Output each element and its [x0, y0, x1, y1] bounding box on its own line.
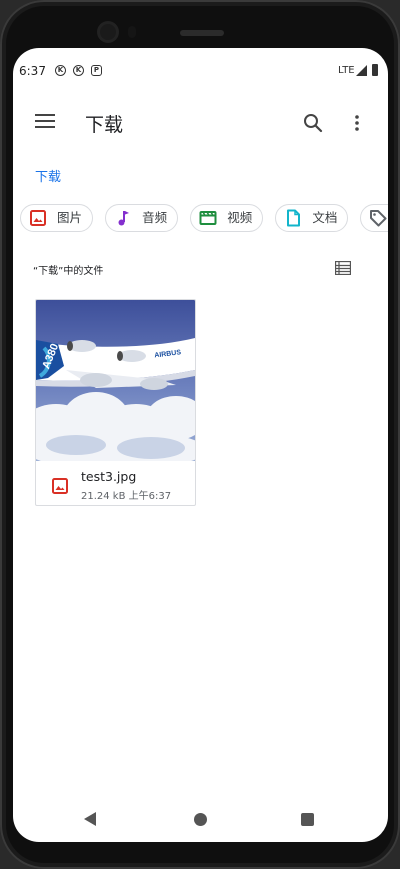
chip-label: 图片 [57, 210, 83, 225]
signal-icon [356, 65, 367, 76]
chip-images[interactable]: 图片 [20, 204, 94, 232]
notification-k-icon: K [73, 65, 84, 76]
movie-icon [199, 209, 217, 227]
app-bar: 下载 [13, 100, 388, 146]
battery-icon [372, 64, 378, 76]
home-icon[interactable] [194, 813, 207, 826]
chip-large-files[interactable]: 大 [360, 204, 388, 232]
file-name: test3.jpg [81, 469, 137, 484]
image-icon [29, 209, 47, 227]
tag-icon [369, 209, 387, 227]
back-icon[interactable] [84, 812, 96, 826]
status-time: 6:37 [19, 64, 46, 78]
file-thumbnail: A380 AIRBUS [36, 300, 195, 461]
chip-documents[interactable]: 文档 [275, 204, 349, 232]
recents-icon[interactable] [301, 813, 314, 826]
front-camera [100, 24, 116, 40]
more-vert-icon[interactable] [346, 112, 368, 134]
earpiece-speaker [180, 30, 224, 36]
screen: 6:37 K K P LTE 下载 下载 图片 音频 视频 文档 “下载”中的文… [13, 48, 388, 842]
menu-icon[interactable] [35, 114, 55, 130]
file-card[interactable]: A380 AIRBUS test3.jpg 21.24 kB 上午6:37 [35, 299, 196, 506]
sensor [128, 26, 136, 38]
notification-app-icon: P [91, 65, 102, 76]
chip-label: 视频 [227, 210, 253, 225]
chip-label: 文档 [312, 210, 338, 225]
search-icon[interactable] [302, 112, 324, 134]
list-view-icon[interactable] [334, 260, 352, 276]
chip-label: 音频 [142, 210, 168, 225]
chip-videos[interactable]: 视频 [190, 204, 264, 232]
notification-k-icon: K [55, 65, 66, 76]
file-meta: 21.24 kB 上午6:37 [81, 487, 171, 502]
phone-frame: 6:37 K K P LTE 下载 下载 图片 音频 视频 文档 “下载”中的文… [0, 0, 400, 869]
file-size: 21.24 kB [81, 491, 126, 502]
image-icon [51, 477, 69, 495]
page-title: 下载 [85, 114, 124, 136]
music-note-icon [114, 209, 132, 227]
file-time: 上午6:37 [128, 491, 172, 502]
network-type: LTE [338, 65, 355, 76]
document-icon [284, 209, 302, 227]
system-nav-bar [13, 800, 388, 840]
breadcrumb[interactable]: 下载 [35, 166, 61, 185]
category-chips: 图片 音频 视频 文档 大 [20, 204, 388, 236]
chip-audio[interactable]: 音频 [105, 204, 179, 232]
section-label: “下载”中的文件 [33, 266, 104, 277]
status-bar: 6:37 K K P LTE [13, 48, 388, 92]
